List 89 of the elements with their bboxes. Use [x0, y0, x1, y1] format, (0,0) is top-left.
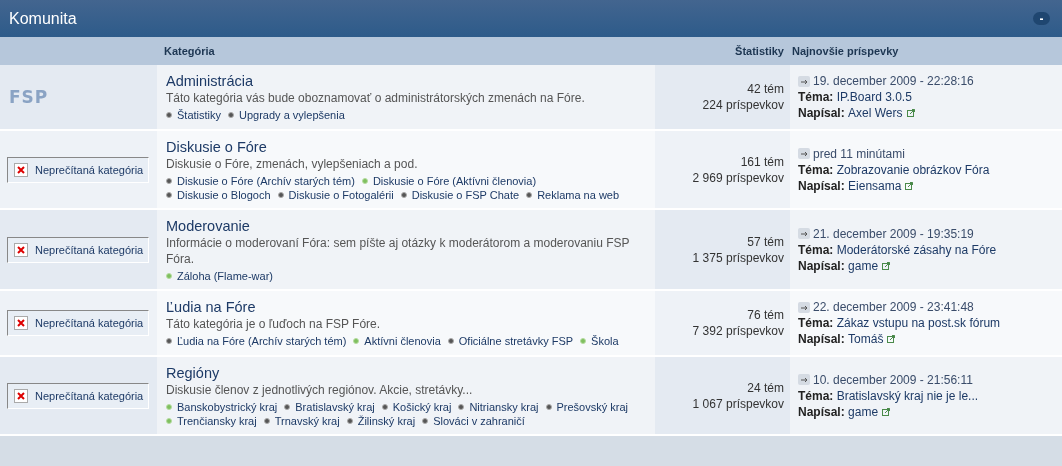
column-header: Najnovšie príspevky: [792, 45, 899, 57]
subforum-link[interactable]: Bratislavský kraj: [284, 401, 375, 413]
post-date: 19. december 2009 - 22:28:16: [813, 73, 974, 89]
subforum-link[interactable]: Trnavský kraj: [263, 415, 340, 427]
field-label: Téma:: [798, 387, 834, 404]
category-description: Táto kategória vás bude oboznamovať o administrátorských zmenách na Fóre.: [166, 90, 586, 106]
broken-image-icon: [14, 388, 28, 403]
topic-count: 76 tém: [747, 307, 784, 323]
external-link-icon[interactable]: [906, 109, 915, 117]
author-link[interactable]: game: [848, 257, 879, 274]
post-count: 7 392 príspevkov: [692, 323, 784, 339]
external-link-icon[interactable]: [887, 335, 896, 343]
broken-image-icon: [14, 242, 28, 257]
badge-label: Neprečítaná kategória: [35, 389, 144, 402]
category-link[interactable]: Diskusie o Fóre: [166, 139, 267, 155]
badge-label: Neprečítaná kategória: [35, 243, 144, 256]
subforum-link[interactable]: Nitriansky kraj: [458, 401, 539, 413]
column-header: Kategória: [164, 45, 216, 57]
subforum-link[interactable]: Banskobystrický kraj: [166, 401, 278, 413]
field-label: Napísal:: [798, 177, 845, 194]
subforum-link[interactable]: Ľudia na Fóre (Archív starých tém): [166, 335, 347, 347]
subforum-link[interactable]: Diskusie o Fotogalérii: [277, 189, 394, 201]
topic-count: 24 tém: [747, 379, 784, 396]
topic-count: 57 tém: [747, 233, 784, 250]
author-link[interactable]: game: [848, 403, 879, 420]
subforum-link[interactable]: Škola: [580, 335, 619, 347]
field-label: Napísal:: [798, 105, 845, 121]
topic-link[interactable]: IP.Board 3.0.5: [836, 89, 912, 105]
collapse-button[interactable]: -: [1033, 12, 1050, 25]
subforum-link[interactable]: Oficiálne stretávky FSP: [447, 335, 574, 347]
subforum-link[interactable]: Reklama na web: [526, 189, 620, 201]
subforum-link[interactable]: Slováci v zahraničí: [422, 415, 525, 427]
category-description: Diskusie členov z jednotlivých regiónov. Akcie, stretávky...: [166, 382, 474, 398]
post-date: 21. december 2009 - 19:35:19: [813, 225, 974, 242]
broken-image-icon: [14, 316, 28, 330]
category-link[interactable]: Regióny: [166, 365, 220, 381]
topic-count: 161 tém: [740, 153, 784, 170]
author-link[interactable]: Axel Wers: [848, 105, 903, 121]
subforum-link[interactable]: Upgrady a vylepšenia: [228, 109, 345, 121]
topic-count: 42 tém: [747, 81, 784, 97]
topic-link[interactable]: Zobrazovanie obrázkov Fóra: [836, 161, 990, 178]
post-date: pred 11 minútami: [813, 145, 905, 162]
post-count: 1 375 príspevkov: [692, 249, 784, 266]
subforum-link[interactable]: Trenčiansky kraj: [166, 415, 257, 427]
category-description: Táto kategória je o ľuďoch na FSP Fóre.: [166, 316, 382, 332]
field-label: Téma:: [798, 161, 834, 178]
category-description: Diskusie o Fóre, zmenách, vylepšeniach a pod.: [166, 156, 419, 172]
post-date: 10. december 2009 - 21:56:11: [813, 371, 973, 388]
topic-link[interactable]: Zákaz vstupu na post.sk fórum: [836, 315, 1001, 331]
external-link-icon[interactable]: [882, 407, 891, 416]
field-label: Napísal:: [798, 331, 845, 347]
arrow-icon[interactable]: [798, 228, 810, 239]
field-label: Napísal:: [798, 403, 845, 420]
field-label: Téma:: [798, 241, 834, 258]
forum-logo: FSP: [9, 87, 49, 107]
external-link-icon[interactable]: [905, 181, 914, 190]
field-label: Téma:: [798, 315, 834, 331]
topic-link[interactable]: Moderátorské zásahy na Fóre: [836, 241, 997, 258]
subforum-link[interactable]: Žilinský kraj: [346, 415, 416, 427]
subforum-link[interactable]: Diskusie o FSP Chate: [400, 189, 520, 201]
subforum-link[interactable]: Štatistiky: [166, 109, 221, 121]
post-date: 22. december 2009 - 23:41:48: [813, 299, 974, 315]
arrow-icon[interactable]: [798, 148, 810, 159]
subforum-link[interactable]: Záloha (Flame-war): [166, 270, 273, 282]
category-link[interactable]: Ľudia na Fóre: [166, 299, 256, 315]
post-count: 1 067 príspevkov: [692, 395, 784, 412]
section-title: Komunita: [9, 9, 77, 28]
category-link[interactable]: Moderovanie: [166, 218, 250, 234]
post-count: 2 969 príspevkov: [692, 169, 784, 186]
field-label: Téma:: [798, 89, 834, 105]
subforum-link[interactable]: Aktívni členovia: [353, 335, 441, 347]
category-link[interactable]: Administrácia: [166, 73, 254, 89]
badge-label: Neprečítaná kategória: [35, 317, 144, 329]
author-link[interactable]: Eiensama: [848, 177, 902, 194]
column-header: Štatistiky: [734, 45, 784, 57]
external-link-icon[interactable]: [882, 261, 891, 270]
post-count: 224 príspevkov: [702, 97, 784, 113]
badge-label: Neprečítaná kategória: [35, 163, 144, 176]
subforum-link[interactable]: Diskusie o Fóre (Archív starých tém): [166, 175, 355, 187]
subforum-link[interactable]: Diskusie o Blogoch: [166, 189, 271, 201]
arrow-icon[interactable]: [798, 374, 810, 385]
subforum-link[interactable]: Diskusie o Fóre (Aktívni členovia): [361, 175, 537, 187]
subforum-link[interactable]: Prešovský kraj: [545, 401, 629, 413]
subforum-link[interactable]: Košický kraj: [381, 401, 452, 413]
author-link[interactable]: Tomáš: [848, 331, 884, 347]
topic-link[interactable]: Bratislavský kraj nie je le...: [836, 387, 979, 404]
field-label: Napísal:: [798, 257, 845, 274]
category-description: Informácie o moderovaní Fóra: sem píšte aj otázky k moderátorom a moderovaniu FSP Fóra.: [166, 235, 631, 267]
broken-image-icon: [14, 162, 28, 177]
